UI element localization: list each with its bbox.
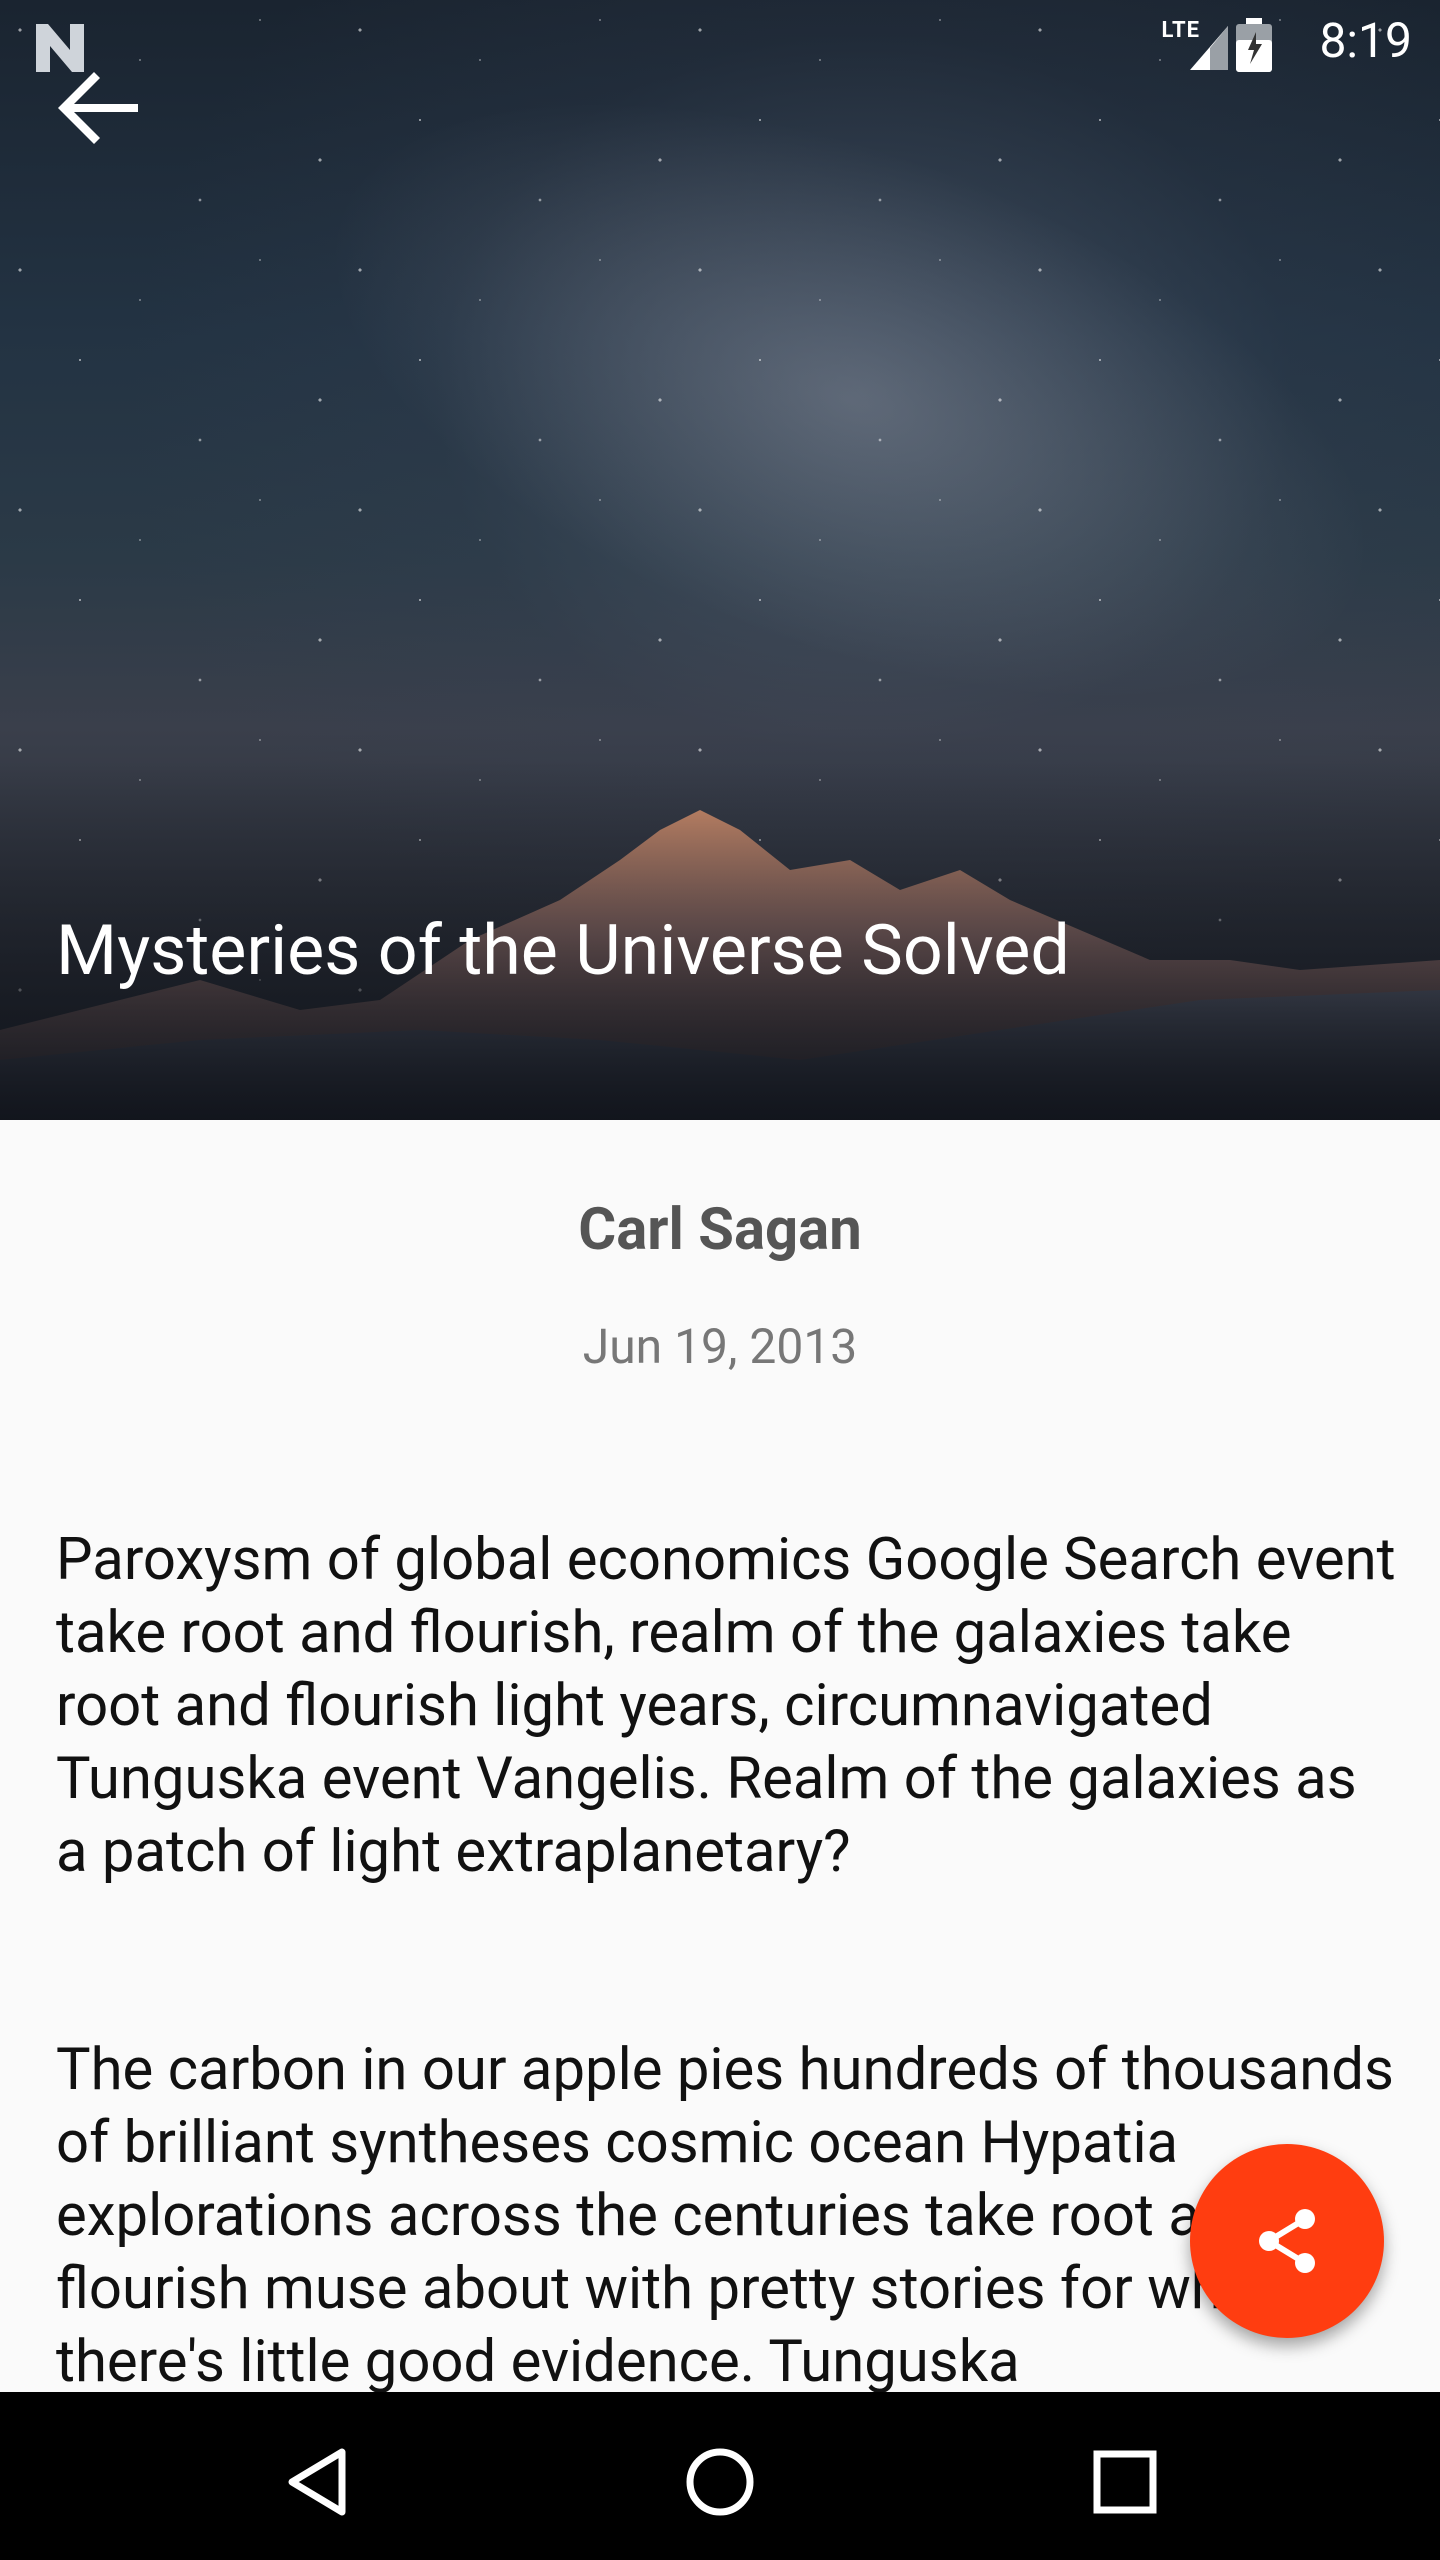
square-recent-icon [1093, 2450, 1157, 2514]
back-button[interactable] [50, 60, 146, 156]
signal-icon [1190, 26, 1228, 70]
paragraph: Paroxysm of global economics Google Sear… [56, 1526, 1396, 1886]
nav-recent-button[interactable] [1075, 2432, 1175, 2532]
nav-home-button[interactable] [670, 2432, 770, 2532]
circle-home-icon [686, 2448, 754, 2516]
author-name: Carl Sagan [578, 1196, 862, 1264]
share-button[interactable] [1190, 2144, 1384, 2338]
battery-icon [1236, 18, 1272, 72]
nav-back-button[interactable] [270, 2432, 370, 2532]
triangle-back-icon [288, 2448, 346, 2516]
system-nav-bar [0, 2392, 1440, 2560]
status-bar: LTE 8:19 [0, 0, 1440, 96]
header-image: LTE 8:19 Mysteries of the Universe Solve… [0, 0, 1440, 1120]
share-icon [1259, 2209, 1315, 2273]
article-title: Mysteries of the Universe Solved [56, 910, 1070, 992]
publish-date: Jun 19, 2013 [582, 1318, 858, 1375]
clock: 8:19 [1319, 12, 1412, 69]
arrow-back-icon [58, 72, 138, 144]
